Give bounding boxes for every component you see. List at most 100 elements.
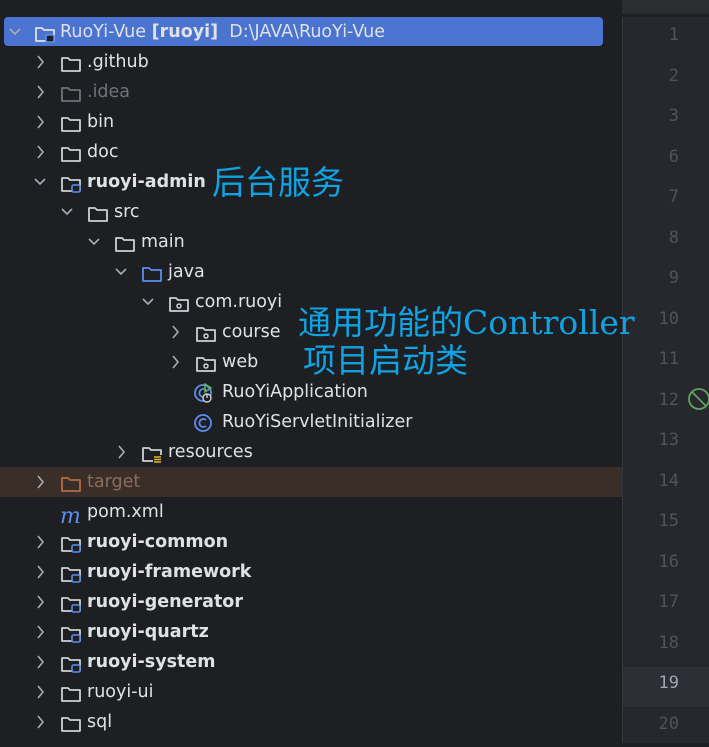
chevron-right-icon[interactable] xyxy=(33,677,47,707)
maven-icon: m xyxy=(60,504,81,529)
module-folder-icon xyxy=(60,593,82,613)
annotation-common-controller: 通用功能的Controller xyxy=(298,306,635,339)
chevron-down-icon[interactable] xyxy=(33,167,47,197)
tree-item-label: RuoYiApplication xyxy=(222,382,368,402)
tree-item-label: .idea xyxy=(87,82,131,102)
line-number: 20 xyxy=(658,713,679,734)
tree-item-label: RuoYiServletInitializer xyxy=(222,412,413,432)
tree-row-sql-folder[interactable]: sql xyxy=(0,707,622,737)
package-icon xyxy=(195,353,217,372)
chevron-right-icon[interactable] xyxy=(33,557,47,587)
chevron-right-icon[interactable] xyxy=(33,137,47,167)
line-number: 17 xyxy=(658,592,679,612)
tree-row-ruoyi-ui-folder[interactable]: ruoyi-ui xyxy=(0,677,622,707)
chevron-right-icon[interactable] xyxy=(168,347,182,377)
line-number: 16 xyxy=(658,551,679,572)
line-number: 1 xyxy=(668,25,679,45)
line-number: 15 xyxy=(658,511,679,531)
tree-row-idea-folder[interactable]: .idea xyxy=(0,77,622,107)
tree-row-resources-folder[interactable]: resources xyxy=(0,437,622,467)
class-icon xyxy=(193,413,215,432)
folder-icon xyxy=(60,113,82,132)
tree-item-label: java xyxy=(168,262,205,282)
folder-icon xyxy=(87,203,109,222)
tree-item-label: .github xyxy=(87,52,149,72)
tree-item-label: ruoyi-ui xyxy=(87,682,154,702)
chevron-right-icon[interactable] xyxy=(33,587,47,617)
chevron-right-icon[interactable] xyxy=(33,527,47,557)
chevron-down-icon[interactable] xyxy=(141,287,155,317)
tree-row-ruoyi-application-class[interactable]: RuoYiApplication xyxy=(0,377,622,407)
chevron-right-icon[interactable] xyxy=(33,77,47,107)
tree-item-label: src xyxy=(114,202,140,222)
tree-row-github-folder[interactable]: .github xyxy=(0,47,622,77)
line-number: 2 xyxy=(668,65,679,86)
line-number: 13 xyxy=(658,430,679,450)
project-name: RuoYi-Vue xyxy=(60,22,147,42)
disabled-bean-icon[interactable] xyxy=(687,387,709,415)
line-number: 19 xyxy=(658,673,679,693)
tree-item-label: doc xyxy=(87,142,119,162)
line-number: 14 xyxy=(658,470,679,491)
chevron-right-icon[interactable] xyxy=(33,467,47,497)
tree-row-ruoyi-quartz-module[interactable]: ruoyi-quartz xyxy=(0,617,622,647)
folder-icon xyxy=(60,683,82,702)
chevron-down-icon[interactable] xyxy=(87,227,101,257)
package-icon xyxy=(168,293,190,312)
tree-item-label: web xyxy=(222,352,259,372)
chevron-right-icon[interactable] xyxy=(33,707,47,737)
project-path: D:\JAVA\RuoYi-Vue xyxy=(229,22,385,42)
annotation-backend: 后台服务 xyxy=(212,163,344,202)
source-folder-icon xyxy=(141,263,163,282)
chevron-right-icon[interactable] xyxy=(114,437,128,467)
chevron-right-icon[interactable] xyxy=(33,617,47,647)
tree-item-label: com.ruoyi xyxy=(195,292,283,312)
line-number: 6 xyxy=(668,146,679,167)
tree-row-pom-xml-file[interactable]: m pom.xml xyxy=(0,497,622,529)
chevron-right-icon[interactable] xyxy=(33,647,47,677)
chevron-right-icon[interactable] xyxy=(33,107,47,137)
tree-item-label: ruoyi-system xyxy=(87,652,216,672)
chevron-right-icon[interactable] xyxy=(33,47,47,77)
tree-row-target-folder[interactable]: target xyxy=(0,467,622,497)
tree-item-label: resources xyxy=(168,442,253,462)
tree-row-ruoyi-generator-module[interactable]: ruoyi-generator xyxy=(0,587,622,617)
module-folder-icon xyxy=(60,533,82,553)
tree-item-label: ruoyi-generator xyxy=(87,592,243,612)
line-number: 8 xyxy=(668,227,679,248)
module-folder-icon xyxy=(60,173,82,193)
annotation-text: 通用功能的 xyxy=(298,303,463,342)
editor-gutter: 1 2 3 6 7 8 9 10 11 12 13 14 15 16 17 18 19 20 xyxy=(622,17,709,743)
chevron-down-icon[interactable] xyxy=(60,197,74,227)
chevron-down-icon[interactable] xyxy=(114,257,128,287)
tree-item-label: ruoyi-admin xyxy=(87,172,206,192)
tree-row-java-folder[interactable]: java xyxy=(0,257,622,287)
tree-row-root[interactable]: RuoYi-Vue [ruoyi] D:\JAVA\RuoYi-Vue xyxy=(4,17,603,46)
top-strip xyxy=(0,0,709,14)
tree-item-label: bin xyxy=(87,112,115,132)
module-folder-icon xyxy=(60,653,82,673)
module-folder-icon xyxy=(60,563,82,583)
tree-item-label: course xyxy=(222,322,281,342)
excluded-folder-icon xyxy=(60,473,82,492)
runnable-class-icon xyxy=(193,382,215,403)
line-number: 3 xyxy=(668,106,679,126)
tree-row-ruoyi-framework-module[interactable]: ruoyi-framework xyxy=(0,557,622,587)
tree-row-bin-folder[interactable]: bin xyxy=(0,107,622,137)
tree-row-ruoyi-servlet-initializer-class[interactable]: RuoYiServletInitializer xyxy=(0,407,622,437)
folder-icon xyxy=(60,143,82,162)
tree-row-ruoyi-common-module[interactable]: ruoyi-common xyxy=(0,527,622,557)
project-tree[interactable]: RuoYi-Vue [ruoyi] D:\JAVA\RuoYi-Vue .gith… xyxy=(0,17,622,743)
tree-item-label: ruoyi-framework xyxy=(87,562,252,582)
chevron-right-icon[interactable] xyxy=(168,317,182,347)
line-number: 12 xyxy=(658,389,679,410)
module-folder-icon xyxy=(60,623,82,643)
module-name: [ruoyi] xyxy=(151,22,219,42)
tree-row-main-folder[interactable]: main xyxy=(0,227,622,257)
tree-item-label: main xyxy=(141,232,185,252)
tree-item-label: target xyxy=(87,472,141,492)
chevron-down-icon[interactable] xyxy=(8,17,22,47)
module-folder-icon xyxy=(34,23,56,43)
tree-row-ruoyi-system-module[interactable]: ruoyi-system xyxy=(0,647,622,677)
tree-item-label: sql xyxy=(87,712,113,732)
